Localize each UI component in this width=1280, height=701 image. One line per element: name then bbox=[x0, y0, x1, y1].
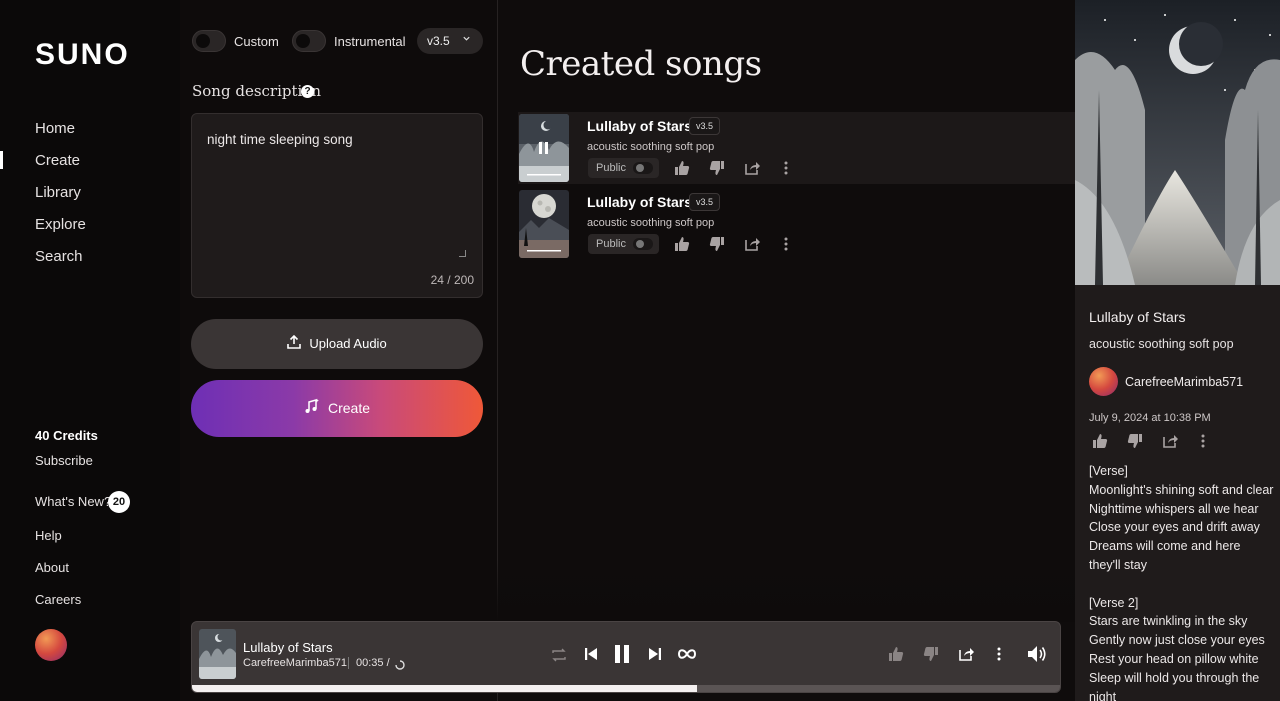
nav-item-search[interactable]: Search bbox=[35, 248, 83, 265]
public-label: Public bbox=[596, 238, 626, 250]
divider bbox=[348, 657, 349, 669]
detail-song-title: Lullaby of Stars bbox=[1089, 309, 1186, 325]
song-detail-panel: Lullaby of Stars acoustic soothing soft … bbox=[1075, 0, 1280, 701]
character-count: 24 / 200 bbox=[430, 273, 474, 287]
volume-icon[interactable] bbox=[1027, 645, 1047, 668]
careers-link[interactable]: Careers bbox=[35, 592, 81, 607]
custom-label: Custom bbox=[234, 34, 279, 49]
song-row[interactable]: Lullaby of Stars v3.5 acoustic soothing … bbox=[518, 188, 1075, 260]
active-nav-indicator bbox=[0, 151, 3, 169]
player-fade bbox=[180, 560, 1075, 622]
help-icon[interactable]: ? bbox=[301, 85, 314, 98]
player-creator-name[interactable]: CarefreeMarimba571 bbox=[243, 657, 347, 669]
more-vertical-icon[interactable] bbox=[991, 646, 1007, 667]
song-cover-art bbox=[1075, 0, 1280, 285]
detail-song-style: acoustic soothing soft pop bbox=[1089, 337, 1234, 351]
nav-item-create[interactable]: Create bbox=[35, 152, 80, 169]
song-lyrics: [Verse] Moonlight's shining soft and cle… bbox=[1089, 464, 1274, 701]
nav-item-explore[interactable]: Explore bbox=[35, 216, 86, 233]
custom-toggle[interactable] bbox=[192, 30, 226, 52]
create-button[interactable]: Create bbox=[191, 380, 483, 437]
song-title[interactable]: Lullaby of Stars bbox=[587, 118, 692, 134]
spinner-icon bbox=[395, 657, 405, 675]
upload-audio-label: Upload Audio bbox=[309, 336, 387, 351]
about-link[interactable]: About bbox=[35, 560, 69, 575]
song-style: acoustic soothing soft pop bbox=[587, 141, 715, 153]
page-title: Created songs bbox=[520, 44, 762, 84]
toggle-knob bbox=[296, 34, 310, 48]
whats-new-link[interactable]: What's New? bbox=[35, 494, 111, 509]
public-label: Public bbox=[596, 162, 626, 174]
chevron-down-icon bbox=[462, 28, 471, 54]
whats-new-badge: 20 bbox=[108, 491, 130, 513]
toggle-switch bbox=[633, 162, 653, 174]
repeat-icon[interactable] bbox=[551, 647, 567, 668]
skip-back-icon[interactable] bbox=[583, 646, 599, 667]
instrumental-toggle[interactable] bbox=[292, 30, 326, 52]
toggle-knob bbox=[196, 34, 210, 48]
share-icon[interactable] bbox=[745, 236, 761, 252]
model-version-value: v3.5 bbox=[427, 34, 450, 48]
nav-item-library[interactable]: Library bbox=[35, 184, 81, 201]
create-button-label: Create bbox=[327, 400, 371, 416]
player-cover-image[interactable] bbox=[199, 629, 236, 679]
song-cover-image[interactable] bbox=[519, 114, 569, 182]
nav-item-home[interactable]: Home bbox=[35, 120, 75, 137]
share-icon[interactable] bbox=[959, 646, 975, 667]
subscribe-link[interactable]: Subscribe bbox=[35, 453, 93, 468]
thumbs-up-icon[interactable] bbox=[674, 160, 690, 176]
upload-icon bbox=[287, 320, 302, 370]
thumbs-up-icon[interactable] bbox=[1092, 433, 1108, 449]
user-avatar[interactable] bbox=[35, 629, 67, 661]
toggle-switch bbox=[633, 238, 653, 250]
credits-count: 40 Credits bbox=[35, 428, 98, 443]
version-tag: v3.5 bbox=[689, 117, 720, 135]
version-tag: v3.5 bbox=[689, 193, 720, 211]
upload-audio-button[interactable]: Upload Audio bbox=[191, 319, 483, 369]
model-version-select[interactable]: v3.5 bbox=[417, 28, 483, 54]
public-toggle[interactable]: Public bbox=[588, 158, 659, 178]
playback-time: 00:35 / bbox=[356, 657, 390, 669]
thumbs-down-icon[interactable] bbox=[709, 236, 725, 252]
public-toggle[interactable]: Public bbox=[588, 234, 659, 254]
skip-forward-icon[interactable] bbox=[647, 646, 663, 667]
created-date: July 9, 2024 at 10:38 PM bbox=[1089, 412, 1211, 424]
song-cover-image[interactable] bbox=[519, 190, 569, 258]
share-icon[interactable] bbox=[1163, 433, 1179, 449]
creator-name[interactable]: CarefreeMarimba571 bbox=[1125, 375, 1243, 389]
thumbs-down-icon[interactable] bbox=[923, 646, 939, 667]
thumbs-up-icon[interactable] bbox=[888, 646, 904, 667]
more-vertical-icon[interactable] bbox=[778, 160, 794, 176]
help-link[interactable]: Help bbox=[35, 528, 62, 543]
more-vertical-icon[interactable] bbox=[1195, 433, 1211, 449]
thumbs-down-icon[interactable] bbox=[709, 160, 725, 176]
music-sparkle-icon bbox=[304, 381, 320, 438]
share-icon[interactable] bbox=[745, 160, 761, 176]
song-title[interactable]: Lullaby of Stars bbox=[587, 194, 692, 210]
thumbs-up-icon[interactable] bbox=[674, 236, 690, 252]
sidebar: SUNO Home Create Library Explore Search … bbox=[0, 0, 180, 701]
player-song-title[interactable]: Lullaby of Stars bbox=[243, 640, 333, 655]
thumbs-down-icon[interactable] bbox=[1127, 433, 1143, 449]
progress-bar[interactable] bbox=[192, 685, 1060, 692]
more-vertical-icon[interactable] bbox=[778, 236, 794, 252]
resize-handle[interactable] bbox=[459, 250, 466, 257]
infinity-icon[interactable] bbox=[677, 646, 697, 667]
playback-bar: Lullaby of Stars CarefreeMarimba571 00:3… bbox=[191, 621, 1061, 693]
suno-logo[interactable]: SUNO bbox=[35, 38, 130, 72]
progress-fill bbox=[192, 685, 697, 692]
creator-avatar[interactable] bbox=[1089, 367, 1118, 396]
pause-icon[interactable] bbox=[613, 644, 631, 669]
song-description-input[interactable]: night time sleeping song 24 / 200 bbox=[191, 113, 483, 298]
instrumental-label: Instrumental bbox=[334, 34, 406, 49]
song-description-value: night time sleeping song bbox=[207, 132, 353, 147]
song-style: acoustic soothing soft pop bbox=[587, 217, 715, 229]
song-row[interactable]: Lullaby of Stars v3.5 acoustic soothing … bbox=[518, 112, 1075, 184]
